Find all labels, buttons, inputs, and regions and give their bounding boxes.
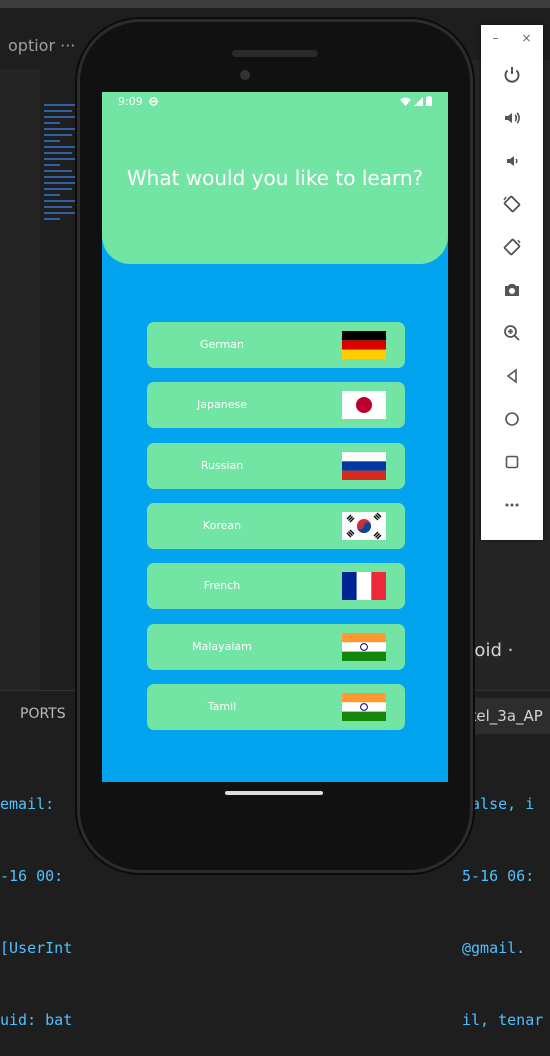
language-label: French xyxy=(203,579,241,592)
ide-sidebar xyxy=(0,70,40,690)
language-label: Malayalam xyxy=(192,640,252,653)
more-button[interactable] xyxy=(481,483,543,526)
terminal-line: false, i xyxy=(462,795,535,813)
rotate-left-button[interactable] xyxy=(481,182,543,225)
ide-device-tab[interactable]: xel_3a_AP xyxy=(462,698,550,734)
terminal-output-left: email: -16 00: [UserInt uid: bat xyxy=(0,744,92,1056)
minimize-button[interactable]: – xyxy=(492,31,498,53)
ide-editor-tab[interactable]: optior ··· xyxy=(8,36,75,55)
phone-camera xyxy=(240,70,250,80)
language-button-german[interactable]: German xyxy=(147,322,405,368)
overview-button[interactable] xyxy=(481,440,543,483)
france-flag-icon xyxy=(342,572,386,600)
language-button-japanese[interactable]: Japanese xyxy=(147,382,405,428)
back-button[interactable] xyxy=(481,354,543,397)
russia-flag-icon xyxy=(342,452,386,480)
volume-down-button[interactable] xyxy=(481,139,543,182)
rotate-right-button[interactable] xyxy=(481,225,543,268)
terminal-line: -16 00: xyxy=(0,867,64,885)
ide-ports-tab[interactable]: PORTS xyxy=(20,706,66,722)
screenshot-button[interactable] xyxy=(481,268,543,311)
ide-minimap xyxy=(44,100,84,290)
power-icon xyxy=(504,66,520,83)
terminal-line: @gmail. xyxy=(462,939,526,957)
gesture-nav-handle[interactable] xyxy=(225,791,323,795)
language-label: German xyxy=(199,338,245,351)
page-title: What would you like to learn? xyxy=(126,166,424,190)
language-label: Korean xyxy=(202,519,242,532)
overview-icon xyxy=(505,455,519,468)
terminal-line: email: xyxy=(0,795,55,813)
language-button-tamil[interactable]: Tamil xyxy=(147,684,405,730)
terminal-output-right: false, i 5-16 06: @gmail. il, tenar xyxy=(462,744,550,1056)
wifi-icon xyxy=(400,97,411,106)
language-button-malayalam[interactable]: Malayalam xyxy=(147,624,405,670)
germany-flag-icon xyxy=(342,331,386,359)
emulator-control-panel: – × xyxy=(481,25,543,540)
zoom-icon xyxy=(504,324,520,341)
header-card: What would you like to learn? xyxy=(102,92,448,264)
terminal-line: 5-16 06: xyxy=(462,867,535,885)
status-time: 9:09 xyxy=(118,94,143,108)
volume-up-icon xyxy=(505,111,520,124)
language-button-russian[interactable]: Russian xyxy=(147,443,405,489)
language-label: Russian xyxy=(200,459,244,472)
terminal-line: [UserInt xyxy=(0,939,73,957)
battery-icon xyxy=(426,96,432,106)
home-button[interactable] xyxy=(481,397,543,440)
app-notification-icon xyxy=(148,96,158,106)
camera-icon xyxy=(505,283,519,296)
phone-frame: What would you like to learn? 9:09 Germa… xyxy=(80,22,470,870)
south-korea-flag-icon xyxy=(342,512,386,540)
more-icon xyxy=(505,503,519,506)
emulator-window-buttons: – × xyxy=(481,25,543,53)
japan-flag-icon xyxy=(342,391,386,419)
language-label: Japanese xyxy=(197,398,247,411)
rotate-right-icon xyxy=(503,238,521,255)
volume-down-icon xyxy=(507,155,518,166)
language-button-french[interactable]: French xyxy=(147,563,405,609)
terminal-line: uid: bat xyxy=(0,1011,73,1029)
ide-title-bar xyxy=(0,0,550,8)
phone-screen: What would you like to learn? 9:09 Germa… xyxy=(102,92,448,782)
power-button[interactable] xyxy=(481,53,543,96)
volume-up-button[interactable] xyxy=(481,96,543,139)
rotate-left-icon xyxy=(503,195,521,212)
home-icon xyxy=(505,411,519,426)
close-button[interactable]: × xyxy=(521,31,531,53)
signal-icon xyxy=(414,96,423,106)
india-flag-icon xyxy=(342,633,386,661)
zoom-button[interactable] xyxy=(481,311,543,354)
language-button-korean[interactable]: Korean xyxy=(147,503,405,549)
back-icon xyxy=(506,367,517,384)
language-label: Tamil xyxy=(207,700,237,713)
status-bar: 9:09 xyxy=(102,92,448,110)
terminal-line: il, tenar xyxy=(462,1011,544,1029)
phone-speaker xyxy=(232,50,318,57)
india-flag-icon xyxy=(342,693,386,721)
